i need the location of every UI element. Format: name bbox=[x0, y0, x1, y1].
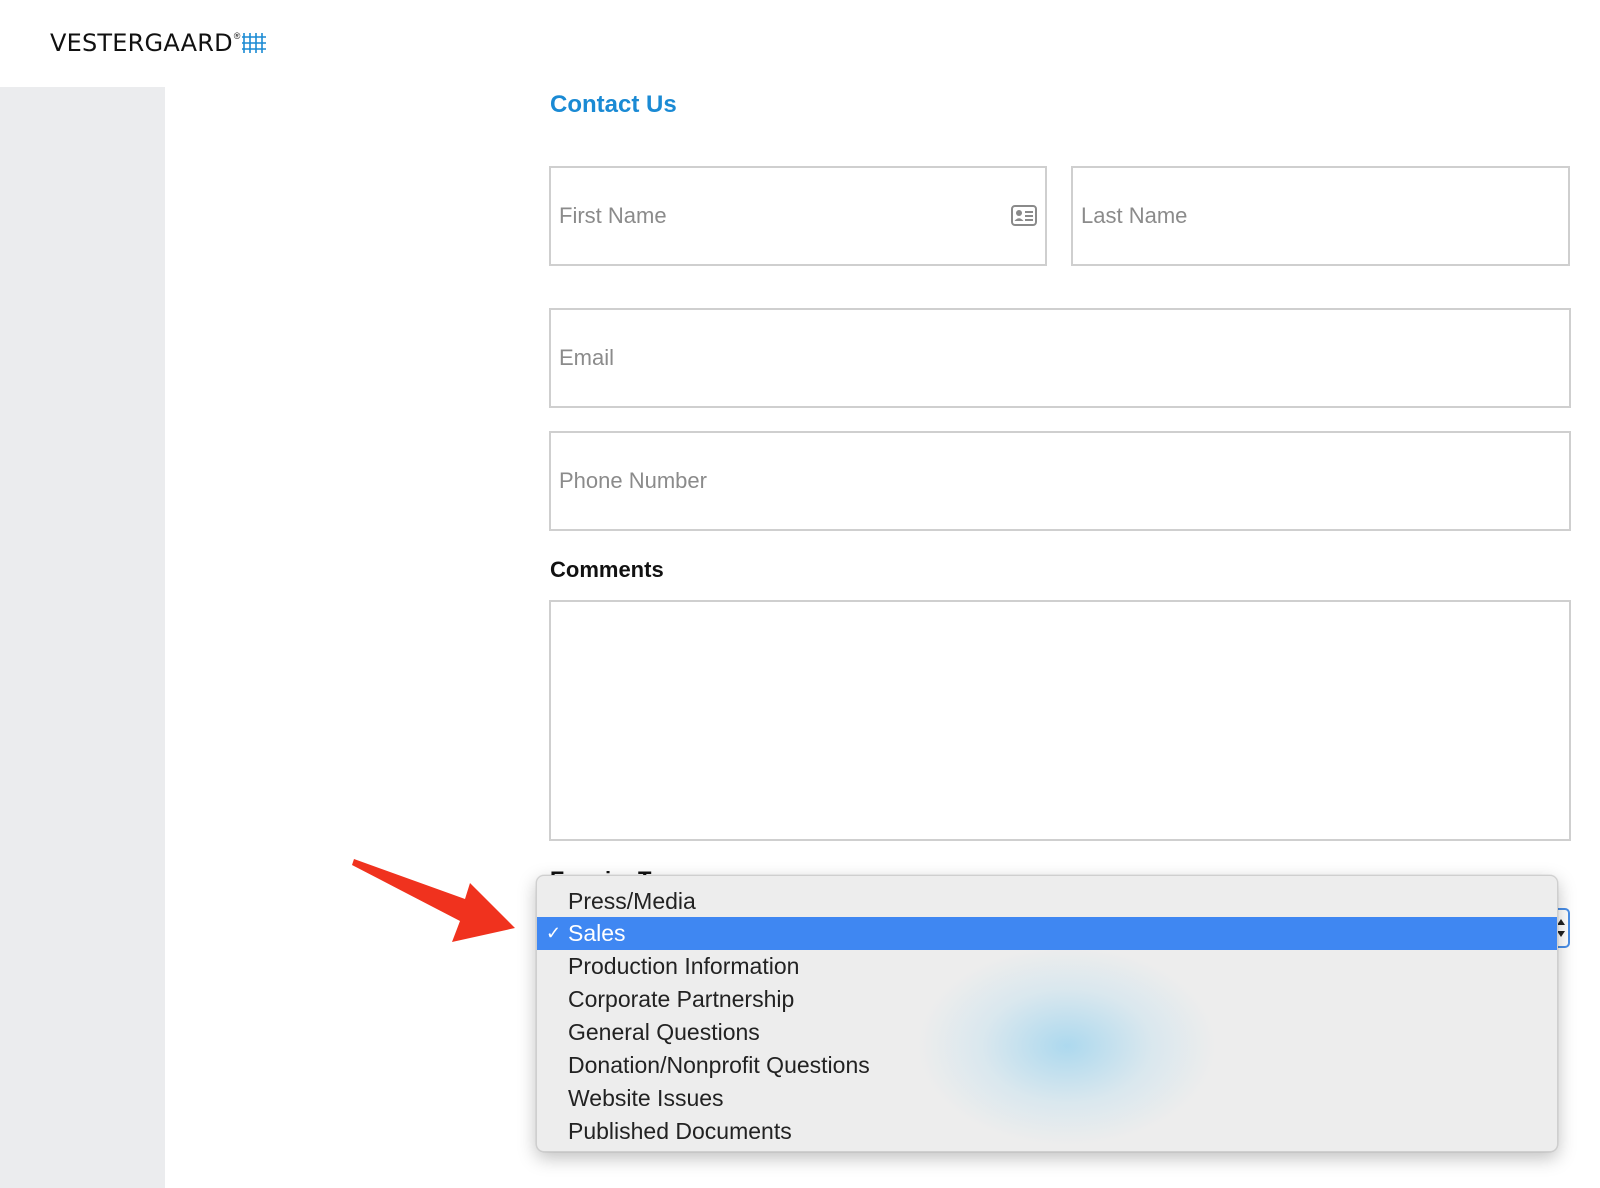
logo[interactable]: VESTERGAARD ® bbox=[50, 28, 267, 58]
logo-grid-icon bbox=[242, 33, 267, 53]
phone-number-input[interactable] bbox=[549, 431, 1571, 531]
dropdown-option-corporate-partnership[interactable]: Corporate Partnership bbox=[537, 983, 1557, 1016]
contact-card-icon[interactable] bbox=[1011, 205, 1037, 226]
dropdown-option-general-questions[interactable]: General Questions bbox=[537, 1016, 1557, 1049]
option-label: Published Documents bbox=[568, 1118, 792, 1144]
option-label: Donation/Nonprofit Questions bbox=[568, 1052, 870, 1078]
left-sidebar bbox=[0, 87, 165, 1188]
last-name-input[interactable] bbox=[1071, 166, 1570, 266]
page-title: Contact Us bbox=[550, 91, 677, 118]
dropdown-option-press-media[interactable]: Press/Media bbox=[537, 885, 1557, 918]
logo-text: VESTERGAARD bbox=[50, 29, 233, 57]
option-label: Press/Media bbox=[568, 888, 696, 914]
comments-textarea[interactable] bbox=[549, 600, 1571, 841]
dropdown-option-sales[interactable]: ✓ Sales bbox=[537, 917, 1557, 950]
option-label: General Questions bbox=[568, 1019, 760, 1045]
option-label: Sales bbox=[568, 920, 626, 946]
option-label: Production Information bbox=[568, 953, 800, 979]
email-input[interactable] bbox=[549, 308, 1571, 408]
inquiry-type-dropdown: Press/Media ✓ Sales Production Informati… bbox=[536, 875, 1558, 1152]
option-label: Corporate Partnership bbox=[568, 986, 795, 1012]
comments-label: Comments bbox=[550, 557, 664, 582]
checkmark-icon: ✓ bbox=[546, 923, 562, 943]
dropdown-option-production-information[interactable]: Production Information bbox=[537, 950, 1557, 983]
dropdown-option-donation-nonprofit[interactable]: Donation/Nonprofit Questions bbox=[537, 1049, 1557, 1082]
dropdown-option-website-issues[interactable]: Website Issues bbox=[537, 1082, 1557, 1115]
option-label: Website Issues bbox=[568, 1085, 724, 1111]
first-name-input[interactable] bbox=[549, 166, 1047, 266]
dropdown-option-published-documents[interactable]: Published Documents bbox=[537, 1115, 1557, 1148]
logo-registered-mark: ® bbox=[233, 31, 241, 41]
red-arrow-icon bbox=[352, 859, 515, 942]
site-header: VESTERGAARD ® bbox=[0, 0, 1600, 87]
